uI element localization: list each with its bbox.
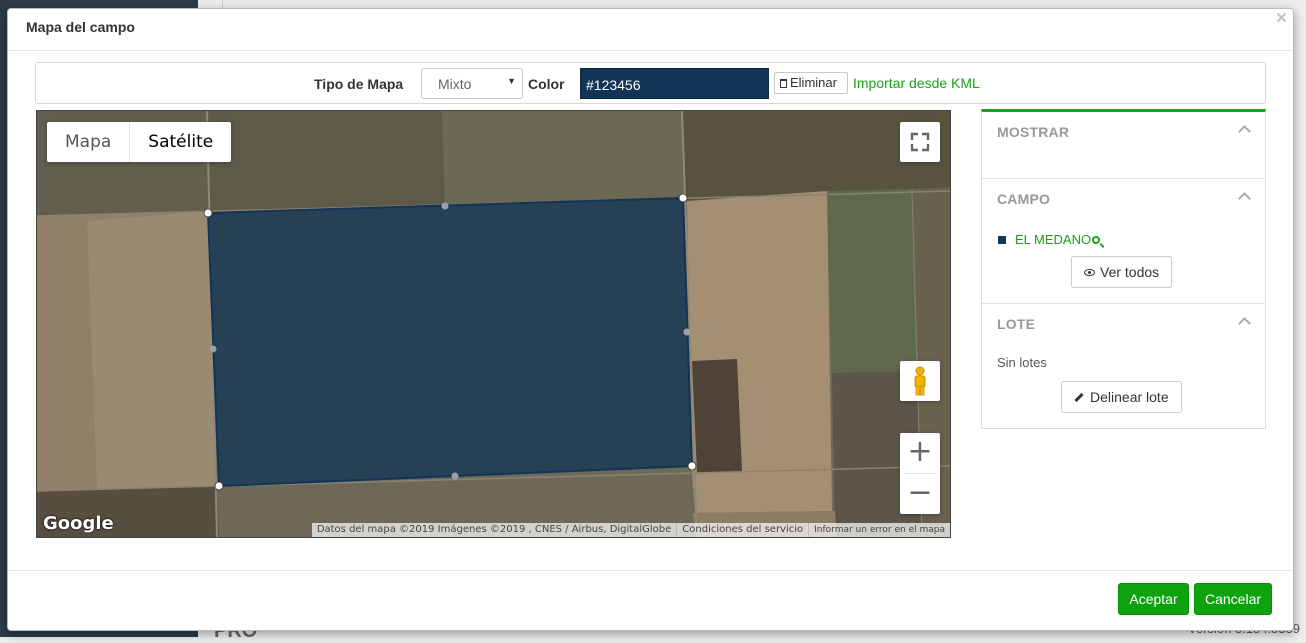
field-color-swatch [998,235,1006,244]
street-view-button[interactable] [900,361,940,401]
chevron-up-icon[interactable] [1238,192,1251,205]
modal-header: Mapa del campo × [8,8,1293,51]
map-type-map-button[interactable]: Mapa [47,122,131,162]
pegman-icon [914,366,926,396]
map-type-label: Tipo de Mapa [314,76,404,92]
section-lote: LOTE Sin lotes Delinear lote [982,304,1265,428]
zoom-out-button[interactable]: − [900,474,940,514]
google-logo: Google [43,513,114,534]
eye-icon [1084,269,1095,276]
chevron-up-icon[interactable] [1238,125,1251,138]
map-attribution-bar: Datos del mapa ©2019 Imágenes ©2019 , CN… [311,523,950,537]
map-type-control: Mapa Satélite [47,122,232,162]
section-lote-title: LOTE [997,316,1036,332]
chevron-up-icon[interactable] [1238,317,1251,330]
zoom-in-button[interactable]: + [900,433,940,473]
map-attribution: Datos del mapa ©2019 Imágenes ©2019 , CN… [316,524,672,535]
lot-empty-text: Sin lotes [997,355,1047,370]
draw-lot-label: Delinear lote [1090,389,1169,405]
cancel-button[interactable]: Cancelar [1194,583,1272,615]
map-toolbar: Tipo de Mapa Mixto ▼ Color #123456 Elimi… [35,62,1266,104]
pencil-icon [1074,392,1084,403]
zoom-control: + − [900,433,940,514]
trash-icon [780,79,787,88]
satellite-imagery [37,111,950,537]
section-mostrar-title: MOSTRAR [997,124,1070,140]
delete-button[interactable]: Eliminar [774,72,848,94]
terms-link[interactable]: Condiciones del servicio [676,523,808,537]
zoom-to-field-icon[interactable] [1092,235,1101,244]
close-icon[interactable]: × [1276,8,1287,30]
report-error-link[interactable]: Informar un error en el mapa [808,523,950,537]
field-list-item[interactable]: EL MEDANO [998,232,1101,247]
fullscreen-button[interactable] [900,122,940,162]
draw-lot-button[interactable]: Delinear lote [1061,381,1182,413]
map-type-select[interactable]: Mixto ▼ [421,68,523,99]
map-type-satellite-button[interactable]: Satélite [130,122,231,162]
field-name: EL MEDANO [1015,232,1092,247]
field-map-modal: Mapa del campo × Tipo de Mapa Mixto ▼ Co… [7,8,1294,631]
import-kml-link[interactable]: Importar desde KML [853,75,980,91]
accept-button[interactable]: Aceptar [1118,583,1189,615]
delete-button-label: Eliminar [790,75,837,90]
section-campo-title: CAMPO [997,191,1051,207]
chevron-down-icon: ▼ [507,76,516,86]
map-type-value: Mixto [438,76,472,92]
color-label: Color [528,76,565,92]
map-side-panel: MOSTRAR CAMPO EL MEDANO Ver todos LOTE S… [981,109,1266,429]
section-campo: CAMPO EL MEDANO Ver todos [982,179,1265,304]
map-canvas[interactable]: Mapa Satélite + − Google Datos del mapa … [36,110,951,538]
section-mostrar: MOSTRAR [982,112,1265,179]
modal-footer-divider [8,570,1293,571]
modal-title: Mapa del campo [26,19,135,35]
fullscreen-icon [910,132,930,152]
color-input[interactable]: #123456 [580,68,769,99]
view-all-button[interactable]: Ver todos [1071,256,1173,288]
view-all-label: Ver todos [1100,264,1160,280]
